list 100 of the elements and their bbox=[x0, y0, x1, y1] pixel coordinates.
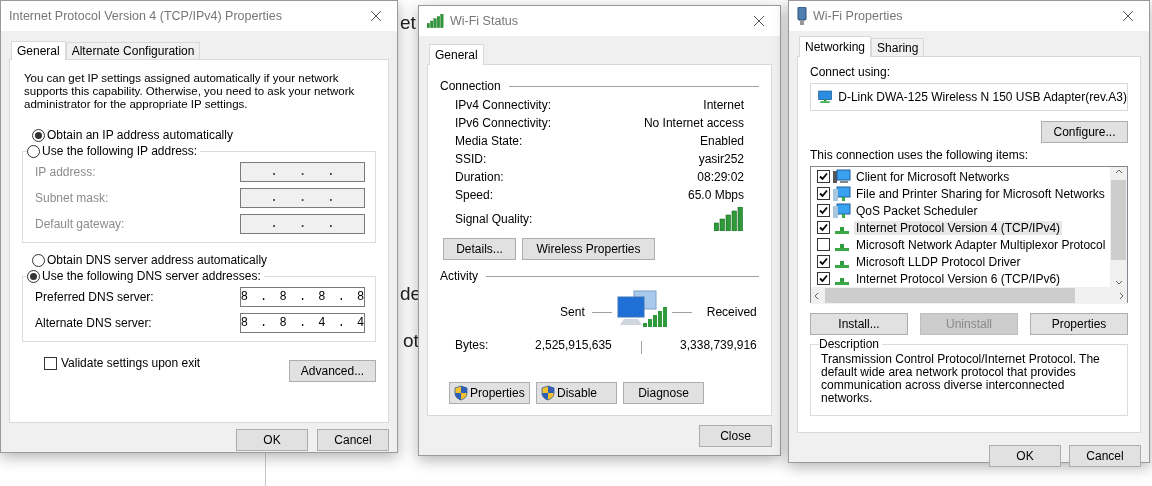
shield-icon bbox=[454, 385, 468, 401]
action-button[interactable]: Disable bbox=[536, 382, 617, 404]
info-label: IPv4 Connectivity: bbox=[455, 98, 552, 112]
info-label: Speed: bbox=[455, 188, 494, 202]
close-dialog-button[interactable]: Close bbox=[699, 425, 772, 447]
info-label: SSID: bbox=[455, 152, 487, 166]
radio-label[interactable]: Use the following DNS server addresses: bbox=[42, 269, 261, 283]
checkbox[interactable] bbox=[817, 204, 830, 217]
list-item[interactable]: Client for Microsoft Networks bbox=[854, 169, 1012, 184]
checkbox[interactable] bbox=[817, 272, 830, 285]
list-item[interactable]: Microsoft LLDP Protocol Driver bbox=[854, 254, 1023, 269]
ok-button[interactable]: OK bbox=[989, 445, 1061, 467]
usb-adapter-icon bbox=[797, 7, 807, 25]
sent-label: Sent bbox=[560, 305, 585, 319]
info-label: Signal Quality: bbox=[455, 212, 533, 226]
field-label: This connection uses the following items: bbox=[810, 148, 1030, 162]
radio-button[interactable] bbox=[27, 144, 40, 158]
window-title: Wi-Fi Status bbox=[450, 14, 520, 28]
action-button[interactable]: Diagnose bbox=[623, 382, 704, 404]
info-value: 08:29:02 bbox=[697, 170, 744, 184]
radio-button[interactable] bbox=[27, 269, 40, 283]
field-label: Subnet mask: bbox=[35, 191, 109, 205]
action-button[interactable]: Properties bbox=[449, 382, 530, 404]
checkbox[interactable] bbox=[817, 238, 830, 251]
details-button[interactable]: Details... bbox=[443, 238, 516, 260]
protocol-icon bbox=[835, 261, 849, 268]
field-label: Preferred DNS server: bbox=[35, 290, 154, 304]
radio-label[interactable]: Obtain an IP address automatically bbox=[47, 128, 233, 142]
tab[interactable]: Alternate Configuration bbox=[65, 42, 201, 59]
received-label: Received bbox=[706, 305, 757, 319]
dns-address-field[interactable]: 8 . 8 . 8 . 8 bbox=[240, 287, 365, 307]
ok-button[interactable]: OK bbox=[236, 429, 308, 451]
tab[interactable]: Sharing bbox=[871, 38, 925, 56]
radio-button[interactable] bbox=[32, 128, 45, 142]
tab[interactable]: Networking bbox=[799, 36, 872, 57]
info-value: yasir252 bbox=[698, 152, 744, 166]
radio-button[interactable] bbox=[32, 253, 45, 267]
scroll-right-icon bbox=[1119, 291, 1124, 300]
checkbox[interactable] bbox=[44, 356, 57, 370]
description-text: Transmission Control Protocol/Internet Protocol. The default wide area network protocol that provides communication across diverse interconnected networks. bbox=[821, 353, 1101, 405]
info-label: Media State: bbox=[455, 134, 523, 148]
scroll-down-icon bbox=[1114, 280, 1123, 285]
network-service-icon bbox=[833, 202, 851, 219]
checkbox[interactable] bbox=[817, 221, 830, 234]
window-title: Internet Protocol Version 4 (TCP/IPv4) Properties bbox=[9, 9, 284, 23]
checkbox[interactable] bbox=[817, 187, 830, 200]
checkbox[interactable] bbox=[817, 255, 830, 268]
tab[interactable]: General bbox=[429, 44, 484, 65]
tab[interactable]: General bbox=[11, 41, 66, 60]
checkbox-label[interactable]: Validate settings upon exit bbox=[61, 356, 201, 370]
bytes-sent: 2,525,915,635 bbox=[535, 337, 612, 352]
section-title: Connection bbox=[440, 79, 501, 93]
shield-icon bbox=[541, 385, 555, 401]
section-title: Activity bbox=[440, 269, 478, 283]
intro-text: You can get IP settings assigned automatically if your network supports this capability. Otherwise, you need to ask your network administrator for the appropriate IP settings. bbox=[23, 72, 356, 111]
protocol-icon bbox=[835, 227, 849, 234]
dns-address-field[interactable]: 8 . 8 . 4 . 4 bbox=[240, 313, 365, 333]
horizontal-scrollbar[interactable] bbox=[811, 287, 1127, 304]
scroll-up-icon bbox=[1114, 169, 1123, 174]
vertical-scrollbar[interactable] bbox=[1110, 167, 1127, 287]
cancel-button[interactable]: Cancel bbox=[1069, 445, 1141, 467]
configure-button[interactable]: Configure... bbox=[1041, 121, 1128, 143]
bytes-label: Bytes: bbox=[455, 337, 490, 352]
wireless-properties-button[interactable]: Wireless Properties bbox=[522, 238, 655, 260]
field-label: Alternate DNS server: bbox=[35, 316, 152, 330]
item-action-button[interactable]: Properties bbox=[1030, 313, 1128, 335]
text-fragment: ot bbox=[403, 330, 419, 352]
list-item[interactable]: Microsoft Network Adapter Multiplexor Protocol bbox=[854, 237, 1108, 252]
text-fragment: et bbox=[400, 12, 416, 34]
signal-quality-icon bbox=[714, 207, 744, 231]
info-label: Duration: bbox=[455, 170, 504, 184]
section-title: Description bbox=[819, 337, 880, 351]
bytes-received: 3,338,739,916 bbox=[679, 337, 757, 352]
info-value: No Internet access bbox=[643, 116, 744, 130]
info-value: 65.0 Mbps bbox=[687, 188, 744, 202]
radio-label[interactable]: Obtain DNS server address automatically bbox=[47, 253, 268, 267]
item-action-button[interactable]: Install... bbox=[810, 313, 908, 335]
info-value: Internet bbox=[703, 98, 744, 112]
list-item[interactable]: File and Printer Sharing for Microsoft Networks bbox=[854, 186, 1107, 201]
advanced-button[interactable]: Advanced... bbox=[289, 360, 376, 382]
cancel-button[interactable]: Cancel bbox=[317, 429, 389, 451]
field-label: Default gateway: bbox=[35, 217, 125, 231]
field-label: Connect using: bbox=[810, 65, 892, 79]
window-title: Wi-Fi Properties bbox=[813, 9, 904, 23]
network-adapter-icon bbox=[817, 89, 833, 105]
info-label: IPv6 Connectivity: bbox=[455, 116, 552, 130]
list-item[interactable]: QoS Packet Scheduler bbox=[854, 203, 980, 218]
protocol-icon bbox=[835, 278, 849, 285]
protocol-icon bbox=[835, 244, 849, 251]
radio-label[interactable]: Use the following IP address: bbox=[42, 144, 198, 158]
adapter-field: D-Link DWA-125 Wireless N 150 USB Adapter(rev.A3) bbox=[810, 83, 1128, 111]
list-item[interactable]: Internet Protocol Version 6 (TCP/IPv6) bbox=[854, 271, 1063, 286]
close-icon bbox=[370, 10, 382, 22]
info-value: Enabled bbox=[699, 134, 744, 148]
network-service-icon bbox=[833, 185, 851, 202]
checkbox[interactable] bbox=[817, 170, 830, 183]
list-item[interactable]: Internet Protocol Version 4 (TCP/IPv4) bbox=[854, 220, 1063, 235]
field-label: IP address: bbox=[35, 165, 96, 179]
close-icon bbox=[753, 15, 765, 27]
scroll-left-icon bbox=[814, 291, 819, 300]
